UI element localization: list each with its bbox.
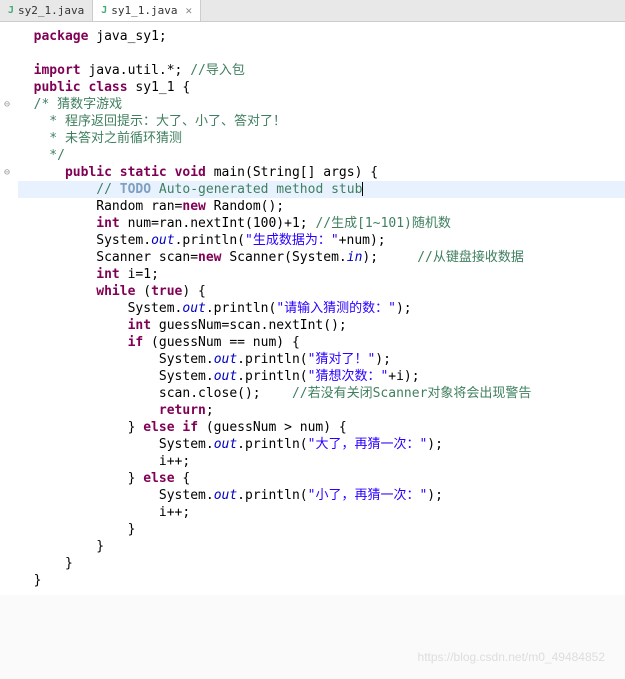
- java-file-icon: J: [101, 5, 107, 16]
- code-line: i++;: [18, 505, 190, 520]
- code-line: return;: [18, 403, 214, 418]
- code-line: * 未答对之前循环猜测: [18, 131, 182, 146]
- code-line: public class sy1_1 {: [18, 80, 190, 95]
- code-line: } else {: [18, 471, 190, 486]
- code-line: }: [18, 522, 135, 537]
- code-line: int i=1;: [18, 267, 159, 282]
- code-line: /* 猜数字游戏: [18, 97, 122, 112]
- code-line: Random ran=new Random();: [18, 199, 284, 214]
- code-line: System.out.println("请输入猜测的数：");: [18, 301, 412, 316]
- gutter: ⊖ ⊖: [0, 22, 14, 595]
- code-line: scan.close(); //若没有关闭Scanner对象将会出现警告: [18, 386, 531, 401]
- tab-bar: J sy2_1.java J sy1_1.java ✕: [0, 0, 625, 22]
- code-line: }: [18, 556, 73, 571]
- code-line: System.out.println("小了，再猜一次：");: [18, 488, 443, 503]
- tab-sy2_1[interactable]: J sy2_1.java: [0, 0, 93, 21]
- fold-icon[interactable]: ⊖: [0, 96, 14, 113]
- code-line: System.out.println("猜想次数："+i);: [18, 369, 420, 384]
- code-line: }: [18, 539, 104, 554]
- tab-label: sy1_1.java: [111, 4, 177, 17]
- text-cursor: [362, 182, 363, 196]
- code-line: while (true) {: [18, 284, 206, 299]
- editor: ⊖ ⊖ package java_sy1; import java.util.*…: [0, 22, 625, 595]
- code-line: }: [18, 573, 41, 588]
- code-line: if (guessNum == num) {: [18, 335, 300, 350]
- code-line: import java.util.*; //导入包: [18, 63, 245, 78]
- code-line: System.out.println("大了，再猜一次：");: [18, 437, 443, 452]
- code-line: public static void main(String[] args) {: [18, 165, 378, 180]
- code-area[interactable]: package java_sy1; import java.util.*; //…: [14, 22, 625, 595]
- watermark: https://blog.csdn.net/m0_49484852: [418, 650, 605, 664]
- code-line: * 程序返回提示：大了、小了、答对了！: [18, 114, 286, 129]
- tab-sy1_1[interactable]: J sy1_1.java ✕: [93, 0, 201, 21]
- code-line: i++;: [18, 454, 190, 469]
- code-line: */: [18, 148, 65, 163]
- code-line: int guessNum=scan.nextInt();: [18, 318, 347, 333]
- code-line: System.out.println("生成数据为："+num);: [18, 233, 386, 248]
- tab-label: sy2_1.java: [18, 4, 84, 17]
- fold-icon[interactable]: ⊖: [0, 164, 14, 181]
- code-line: System.out.println("猜对了！");: [18, 352, 391, 367]
- code-line: package java_sy1;: [18, 29, 167, 44]
- code-line: Scanner scan=new Scanner(System.in); //从…: [18, 250, 524, 265]
- close-icon[interactable]: ✕: [186, 4, 193, 17]
- code-line: } else if (guessNum > num) {: [18, 420, 347, 435]
- current-line-highlight: // TODO Auto-generated method stub: [18, 181, 625, 198]
- code-line: [18, 46, 34, 61]
- java-file-icon: J: [8, 5, 14, 16]
- code-line: int num=ran.nextInt(100)+1; //生成[1~101)随…: [18, 216, 451, 231]
